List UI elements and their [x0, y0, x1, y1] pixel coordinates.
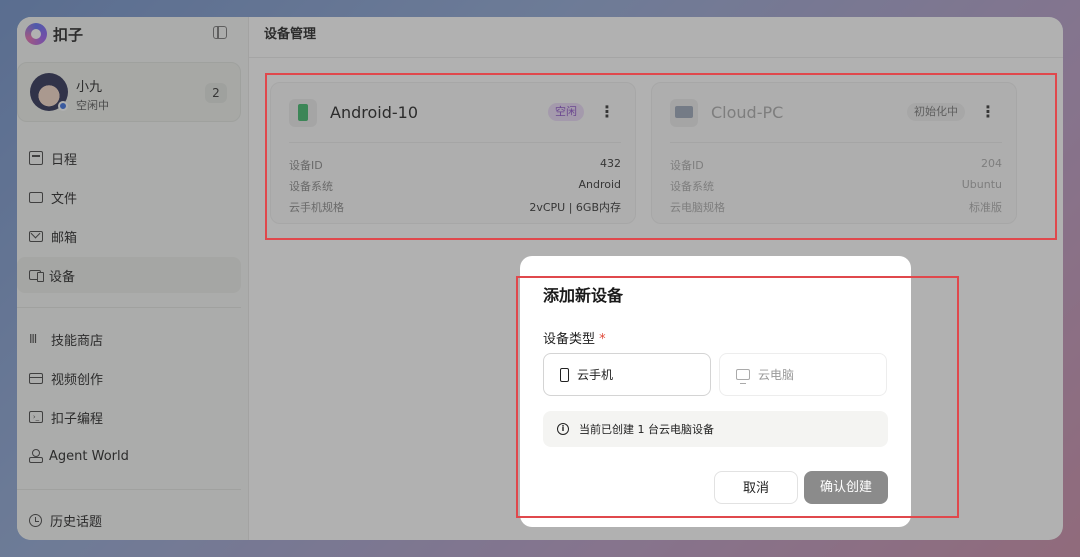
- highlight-box-dialog: [516, 276, 959, 518]
- highlight-box-device-cards: [265, 73, 1057, 240]
